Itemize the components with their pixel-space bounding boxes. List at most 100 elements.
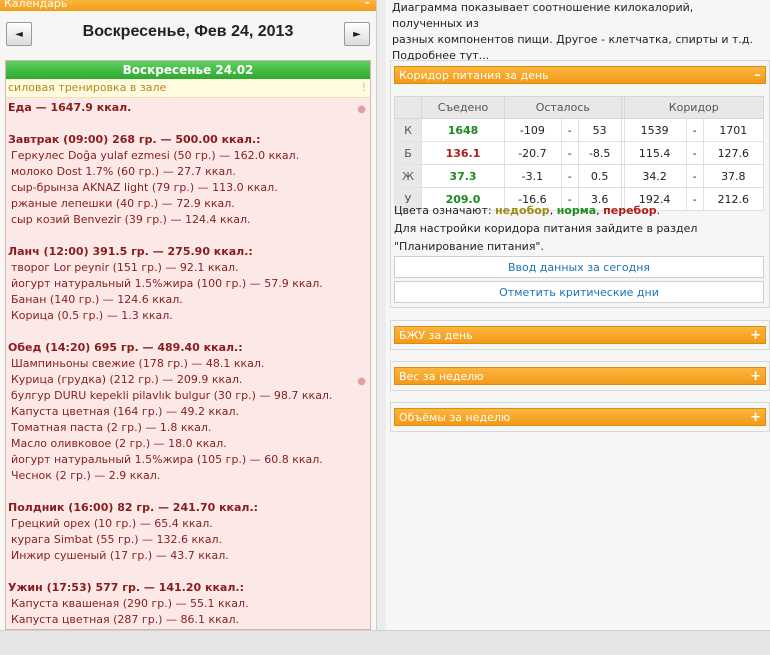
food-item[interactable]: ржаные лепешки (40 гр.) — 72.9 ккал. [8, 196, 368, 212]
legend-prefix: Цвета означают: [394, 204, 492, 217]
mark-critical-days-button[interactable]: Отметить критические дни [394, 281, 764, 303]
food-item[interactable]: Геркулес Doğa yulaf ezmesi (50 гр.) — 16… [8, 148, 368, 164]
food-item[interactable]: творог Lor peynir (151 гр.) — 92.1 ккал. [8, 260, 368, 276]
date-navigation: ◄ Воскресенье, Фев 24, 2013 ► [0, 18, 376, 52]
food-item[interactable]: Масло оливковое (2 гр.) — 18.0 ккал. [8, 436, 368, 452]
row-label: Б [394, 141, 422, 165]
range-dash: - [560, 141, 579, 165]
legend: Цвета означают: недобор, норма, перебор.… [394, 202, 766, 256]
arrow-right-icon: ► [353, 29, 361, 40]
volumes-panel-header[interactable]: Объёмы за неделю + [394, 408, 766, 426]
meal-title: Ланч (12:00) 391.5 гр. — 275.90 ккал.: [8, 245, 253, 258]
enter-today-data-button[interactable]: Ввод данных за сегодня [394, 256, 764, 278]
remaining-to: 0.5 [577, 164, 622, 188]
eaten-value: 1648 [421, 118, 505, 142]
food-item[interactable]: курага Simbat (55 гр.) — 132.6 ккал. [8, 532, 368, 548]
remaining-from: -109 [504, 118, 562, 142]
next-day-button[interactable]: ► [344, 22, 370, 46]
table-corner [394, 96, 422, 119]
arrow-left-icon: ◄ [15, 29, 23, 40]
meal-title: Полдник (16:00) 82 гр. — 241.70 ккал.: [8, 501, 259, 514]
weight-title: Вес за неделю [399, 370, 484, 383]
corridor-from: 115.4 [623, 141, 687, 165]
range-dash: - [685, 141, 704, 165]
food-item[interactable]: Корица (0.5 гр.) — 1.3 ккал. [8, 308, 368, 324]
diagram-description: Диаграмма показывает соотношение килокал… [392, 0, 762, 64]
legend-end: . [656, 204, 661, 217]
range-dash: - [560, 118, 579, 142]
expand-icon[interactable]: + [750, 409, 761, 427]
calendar-header[interactable]: Календарь – [0, 0, 376, 11]
remaining-to: -8.5 [577, 141, 622, 165]
bju-title: БЖУ за день [399, 329, 473, 342]
hint-line: "Планирование питания". [394, 240, 544, 253]
row-label: К [394, 118, 422, 142]
food-item[interactable]: сыр козий Benvezir (39 гр.) — 124.4 ккал… [8, 212, 368, 228]
calendar-header-title: Календарь [4, 0, 68, 10]
food-item[interactable]: молоко Dost 1.7% (60 гр.) — 27.7 ккал. [8, 164, 368, 180]
food-item[interactable]: Курица (грудка) (212 гр.) — 209.9 ккал. [8, 372, 368, 388]
column-header-corridor: Коридор [623, 96, 765, 119]
hint-line: Для настройки коридора питания зайдите в… [394, 222, 698, 235]
corridor-to: 37.8 [702, 164, 765, 188]
date-title: Воскресенье, Фев 24, 2013 [82, 23, 294, 40]
expand-icon[interactable]: + [750, 368, 761, 386]
food-item[interactable]: йогурт натуральный 1.5%жира (105 гр.) — … [8, 452, 368, 468]
food-item[interactable]: Инжир сушеный (17 гр.) — 43.7 ккал. [8, 548, 368, 564]
remaining-from: -20.7 [504, 141, 562, 165]
food-item[interactable]: Грецкий орех (10 гр.) — 65.4 ккал. [8, 516, 368, 532]
food-item[interactable]: Томатная паста (2 гр.) — 1.8 ккал. [8, 420, 368, 436]
drop-icon[interactable]: ● [357, 102, 366, 118]
food-total: Еда — 1647.9 ккал. [8, 101, 132, 114]
prev-day-button[interactable]: ◄ [6, 22, 32, 46]
meal-title: Обед (14:20) 695 гр. — 489.40 ккал.: [8, 341, 243, 354]
expand-icon[interactable]: + [750, 327, 761, 345]
range-dash: - [685, 164, 704, 188]
food-item[interactable]: Капуста цветная (287 гр.) — 86.1 ккал. [8, 612, 368, 628]
corridor-row: К 1648 -109-53 1539-1701 [394, 118, 765, 142]
range-dash: - [560, 164, 579, 188]
exclamation-icon: ! [361, 81, 366, 94]
collapse-icon[interactable]: – [755, 67, 762, 85]
food-list: ● ● Еда — 1647.9 ккал. Завтрак (09:00) 2… [6, 98, 370, 628]
corridor-panel-header[interactable]: Коридор питания за день – [394, 66, 766, 84]
legend-low: недобор [495, 204, 550, 217]
row-label: Ж [394, 164, 422, 188]
drop-icon[interactable]: ● [357, 374, 366, 390]
column-header-eaten: Съедено [421, 96, 505, 119]
activity-row[interactable]: силовая тренировка в зале ! [6, 79, 370, 98]
weight-panel-header[interactable]: Вес за неделю + [394, 367, 766, 385]
calendar-collapse-icon[interactable]: – [365, 0, 371, 8]
food-item[interactable]: йогурт натуральный 1.5%жира (100 гр.) — … [8, 276, 368, 292]
bottom-bar [0, 630, 770, 655]
corridor-table: Съедено Осталось Коридор К 1648 -109-53 153… [394, 96, 765, 211]
food-item[interactable]: Шампиньоны свежие (178 гр.) — 48.1 ккал. [8, 356, 368, 372]
corridor-row: Б 136.1 -20.7- -8.5 115.4-127.6 [394, 141, 765, 165]
meal-title: Ужин (17:53) 577 гр. — 141.20 ккал.: [8, 581, 244, 594]
food-item[interactable]: Банан (140 гр.) — 124.6 ккал. [8, 292, 368, 308]
day-entry-box: Воскресенье 24.02 силовая тренировка в з… [5, 60, 371, 630]
activity-text: силовая тренировка в зале [8, 81, 167, 94]
corridor-from: 1539 [623, 118, 687, 142]
corridor-to: 1701 [702, 118, 765, 142]
bju-panel-header[interactable]: БЖУ за день + [394, 326, 766, 344]
calendar-column: Календарь – ◄ Воскресенье, Фев 24, 2013 … [0, 0, 377, 630]
legend-ok: норма [556, 204, 597, 217]
eaten-value: 136.1 [421, 141, 505, 165]
day-header[interactable]: Воскресенье 24.02 [6, 61, 370, 79]
eaten-value: 37.3 [421, 164, 505, 188]
remaining-to: 53 [577, 118, 622, 142]
column-header-remaining: Осталось [504, 96, 622, 119]
volumes-title: Объёмы за неделю [399, 411, 511, 424]
food-item[interactable]: сыр-брынза AKNAZ light (79 гр.) — 113.0 … [8, 180, 368, 196]
food-item[interactable]: булгур DURU kepekli pilavlık bulgur (30 … [8, 388, 368, 404]
food-item[interactable]: Капуста квашеная (290 гр.) — 55.1 ккал. [8, 596, 368, 612]
corridor-row: Ж 37.3 -3.1-0.5 34.2-37.8 [394, 164, 765, 188]
meal-title: Завтрак (09:00) 268 гр. — 500.00 ккал.: [8, 133, 261, 146]
food-item[interactable]: Капуста цветная (164 гр.) — 49.2 ккал. [8, 404, 368, 420]
food-item[interactable]: Чеснок (2 гр.) — 2.9 ккал. [8, 468, 368, 484]
description-line: разных компонентов пищи. Другое - клетча… [392, 33, 753, 46]
corridor-from: 34.2 [623, 164, 687, 188]
stats-column: Диаграмма показывает соотношение килокал… [386, 0, 770, 630]
range-dash: - [685, 118, 704, 142]
